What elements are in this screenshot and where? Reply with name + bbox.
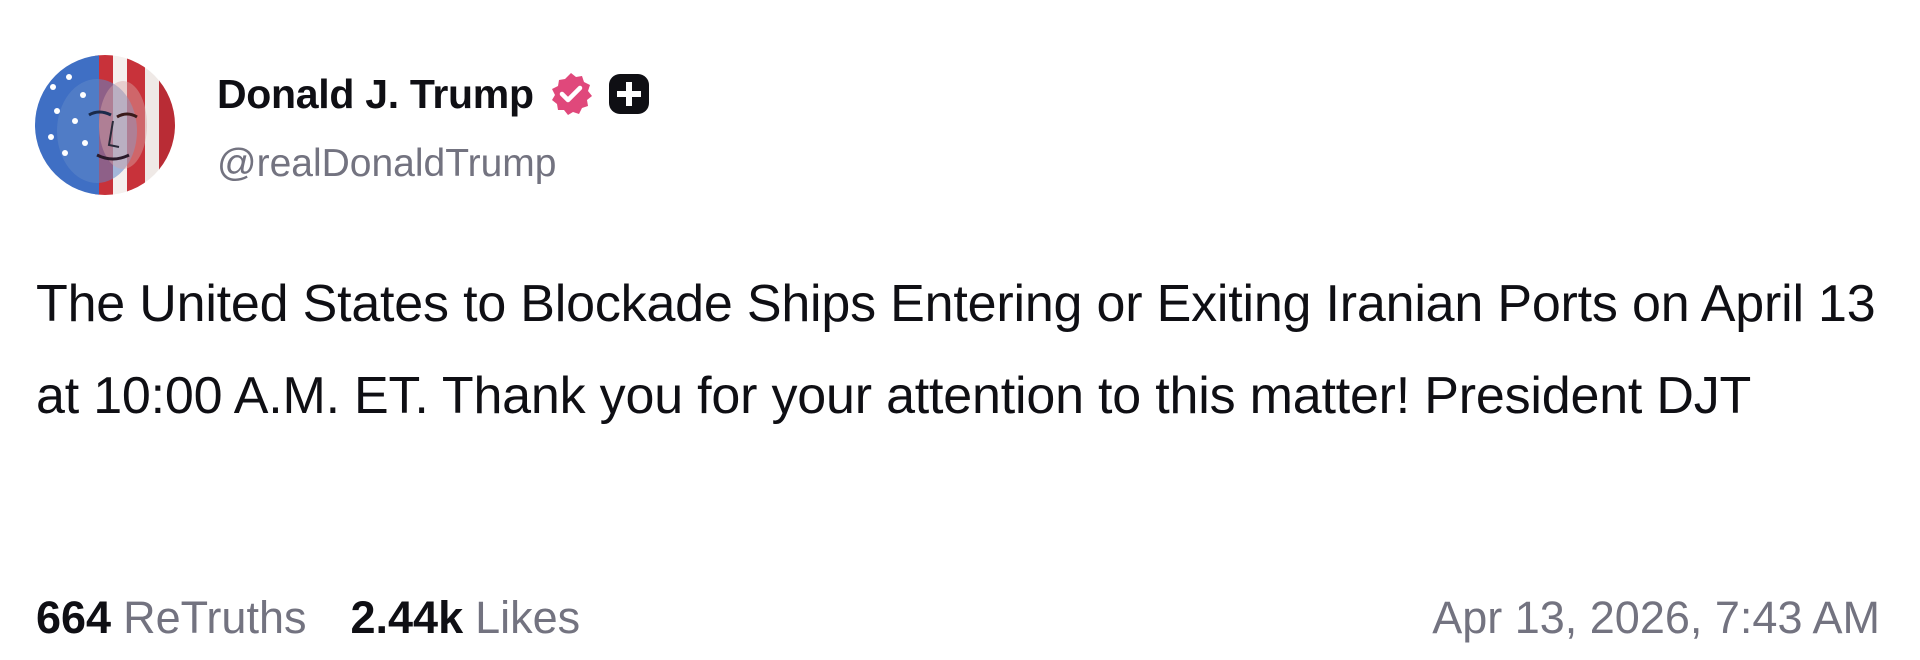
author-display-name[interactable]: Donald J. Trump — [217, 71, 534, 118]
plus-badge-icon — [608, 73, 650, 115]
post-timestamp[interactable]: Apr 13, 2026, 7:43 AM — [1432, 592, 1880, 644]
verified-badge-icon — [548, 71, 594, 117]
likes-stat[interactable]: 2.44k Likes — [350, 592, 580, 644]
post-footer: 664 ReTruths 2.44k Likes Apr 13, 2026, 7:4… — [36, 588, 1880, 648]
avatar[interactable] — [35, 55, 175, 195]
likes-label: Likes — [475, 592, 581, 643]
post-header: Donald J. Trump @realDonaldTrump — [35, 55, 650, 195]
author-identity: Donald J. Trump @realDonaldTrump — [217, 64, 650, 186]
likes-count: 2.44k — [350, 592, 464, 643]
retruths-label: ReTruths — [123, 592, 307, 643]
author-handle[interactable]: @realDonaldTrump — [217, 142, 650, 186]
truth-post: Donald J. Trump @realDonaldTrump The Uni… — [0, 0, 1920, 660]
post-stats: 664 ReTruths 2.44k Likes — [36, 592, 580, 644]
avatar-image — [35, 55, 175, 195]
retruths-stat[interactable]: 664 ReTruths — [36, 592, 306, 644]
retruths-count: 664 — [36, 592, 112, 643]
post-text: The United States to Blockade Ships Ente… — [36, 275, 1876, 425]
name-row: Donald J. Trump — [217, 64, 650, 124]
